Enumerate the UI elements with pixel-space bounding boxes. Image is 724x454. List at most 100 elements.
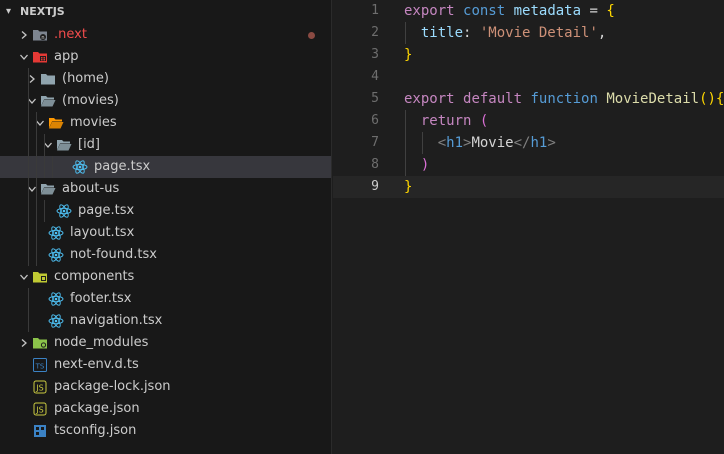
code-token: default [463, 91, 523, 107]
tree-file-item[interactable]: JS package-lock.json [0, 376, 331, 398]
tree-folder-item[interactable]: (home) [0, 68, 331, 90]
indent-guide [44, 156, 45, 178]
tree-folder-item[interactable]: (movies) [0, 90, 331, 112]
indent-guide [36, 222, 37, 244]
code-line[interactable]: 9} [333, 176, 724, 198]
folder-open-icon [56, 137, 72, 153]
react-icon [56, 203, 72, 219]
json-icon: JS [32, 401, 48, 417]
code-token: function [530, 91, 598, 107]
chevron-right-icon[interactable] [24, 68, 40, 90]
code-line[interactable]: 6 return ( [333, 110, 724, 132]
code-text: export default function MovieDetail(){ [404, 88, 724, 110]
chevron-down-icon[interactable] [32, 112, 48, 134]
code-line[interactable]: 8 ) [333, 154, 724, 176]
code-token: () [699, 91, 716, 107]
explorer-section-header[interactable]: ▾ NEXTJS [0, 0, 331, 24]
chevron-right-icon[interactable] [16, 24, 32, 46]
code-line[interactable]: 3} [333, 44, 724, 66]
code-text: } [404, 44, 412, 66]
line-number: 3 [371, 47, 379, 62]
indent-guide [28, 244, 29, 266]
code-line[interactable]: 4 [333, 66, 724, 88]
code-text: ) [404, 154, 429, 176]
tree-folder-item[interactable]: about-us [0, 178, 331, 200]
tree-file-item[interactable]: page.tsx [0, 156, 331, 178]
tree-folder-item[interactable]: components [0, 266, 331, 288]
tree-item-label: node_modules [54, 335, 149, 350]
tree-item-label: navigation.tsx [70, 313, 163, 328]
code-text: export const metadata = { [404, 0, 615, 22]
tree-file-item[interactable]: JS package.json [0, 398, 331, 420]
tree-file-item[interactable]: tsconfig.json [0, 420, 331, 442]
tree-item-label: page.tsx [78, 203, 135, 218]
code-token: Movie [471, 135, 514, 151]
indent-guide [36, 178, 37, 200]
code-token: metadata [505, 3, 590, 19]
tree-file-item[interactable]: layout.tsx [0, 222, 331, 244]
code-line[interactable]: 5 export default function MovieDetail(){ [333, 88, 724, 110]
react-icon [72, 159, 88, 175]
indent-guide [36, 156, 37, 178]
indent-guide [36, 200, 37, 222]
svg-text:n: n [41, 35, 44, 41]
chevron-down-icon[interactable] [24, 90, 40, 112]
react-icon [48, 225, 64, 241]
tree-item-label: page.tsx [94, 159, 151, 174]
code-token: ) [420, 157, 430, 173]
folder-icon [40, 71, 56, 87]
tree-folder-item[interactable]: app [0, 46, 331, 68]
code-token: = [589, 3, 598, 19]
code-text: <h1>Movie</h1> [404, 132, 556, 154]
tree-item-label: package.json [54, 401, 140, 416]
code-lines: 1 export const metadata = {2 title: 'Movi… [333, 0, 724, 198]
tsconfig-icon [32, 423, 48, 439]
code-token: > [547, 135, 556, 151]
tree-folder-item[interactable]: movies [0, 112, 331, 134]
chevron-right-icon[interactable] [16, 332, 32, 354]
tree-item-label: (home) [62, 71, 109, 86]
indent-guide [28, 156, 29, 178]
indent-guide [28, 222, 29, 244]
tree-file-item[interactable]: not-found.tsx [0, 244, 331, 266]
chevron-down-icon[interactable] [16, 266, 32, 288]
code-line[interactable]: 1 export const metadata = { [333, 0, 724, 22]
line-number: 6 [371, 113, 379, 128]
indent-guide [36, 134, 37, 156]
chevron-down-icon[interactable] [24, 178, 40, 200]
indent-guide [28, 68, 29, 90]
explorer-sidebar: ▾ NEXTJS n .next app (home) (movies) movies [i… [0, 0, 332, 454]
typescript-icon: TS [32, 357, 48, 373]
indent-guide [28, 288, 29, 310]
code-token: } [404, 47, 413, 63]
code-line[interactable]: 2 title: 'Movie Detail', [333, 22, 724, 44]
tree-folder-item[interactable]: node_modules [0, 332, 331, 354]
code-token: return [420, 113, 472, 129]
chevron-down-icon[interactable] [40, 134, 56, 156]
code-token: title [420, 25, 464, 41]
tree-file-item[interactable]: page.tsx [0, 200, 331, 222]
chevron-down-icon[interactable] [16, 46, 32, 68]
tree-folder-item[interactable]: [id] [0, 134, 331, 156]
workspace-title: NEXTJS [20, 5, 65, 18]
tree-file-item[interactable]: footer.tsx [0, 288, 331, 310]
code-editor[interactable]: 1 export const metadata = {2 title: 'Movi… [333, 0, 724, 454]
modified-dot-icon [308, 32, 315, 39]
indent-guide [36, 112, 37, 134]
code-text: return ( [404, 110, 488, 132]
tree-file-item[interactable]: navigation.tsx [0, 310, 331, 332]
line-number: 1 [371, 3, 379, 18]
tree-file-item[interactable]: TS next-env.d.ts [0, 354, 331, 376]
code-line[interactable]: 7 <h1>Movie</h1> [333, 132, 724, 154]
line-number: 2 [371, 25, 379, 40]
tree-folder-item[interactable]: n .next [0, 24, 331, 46]
indent-guide [28, 178, 29, 200]
